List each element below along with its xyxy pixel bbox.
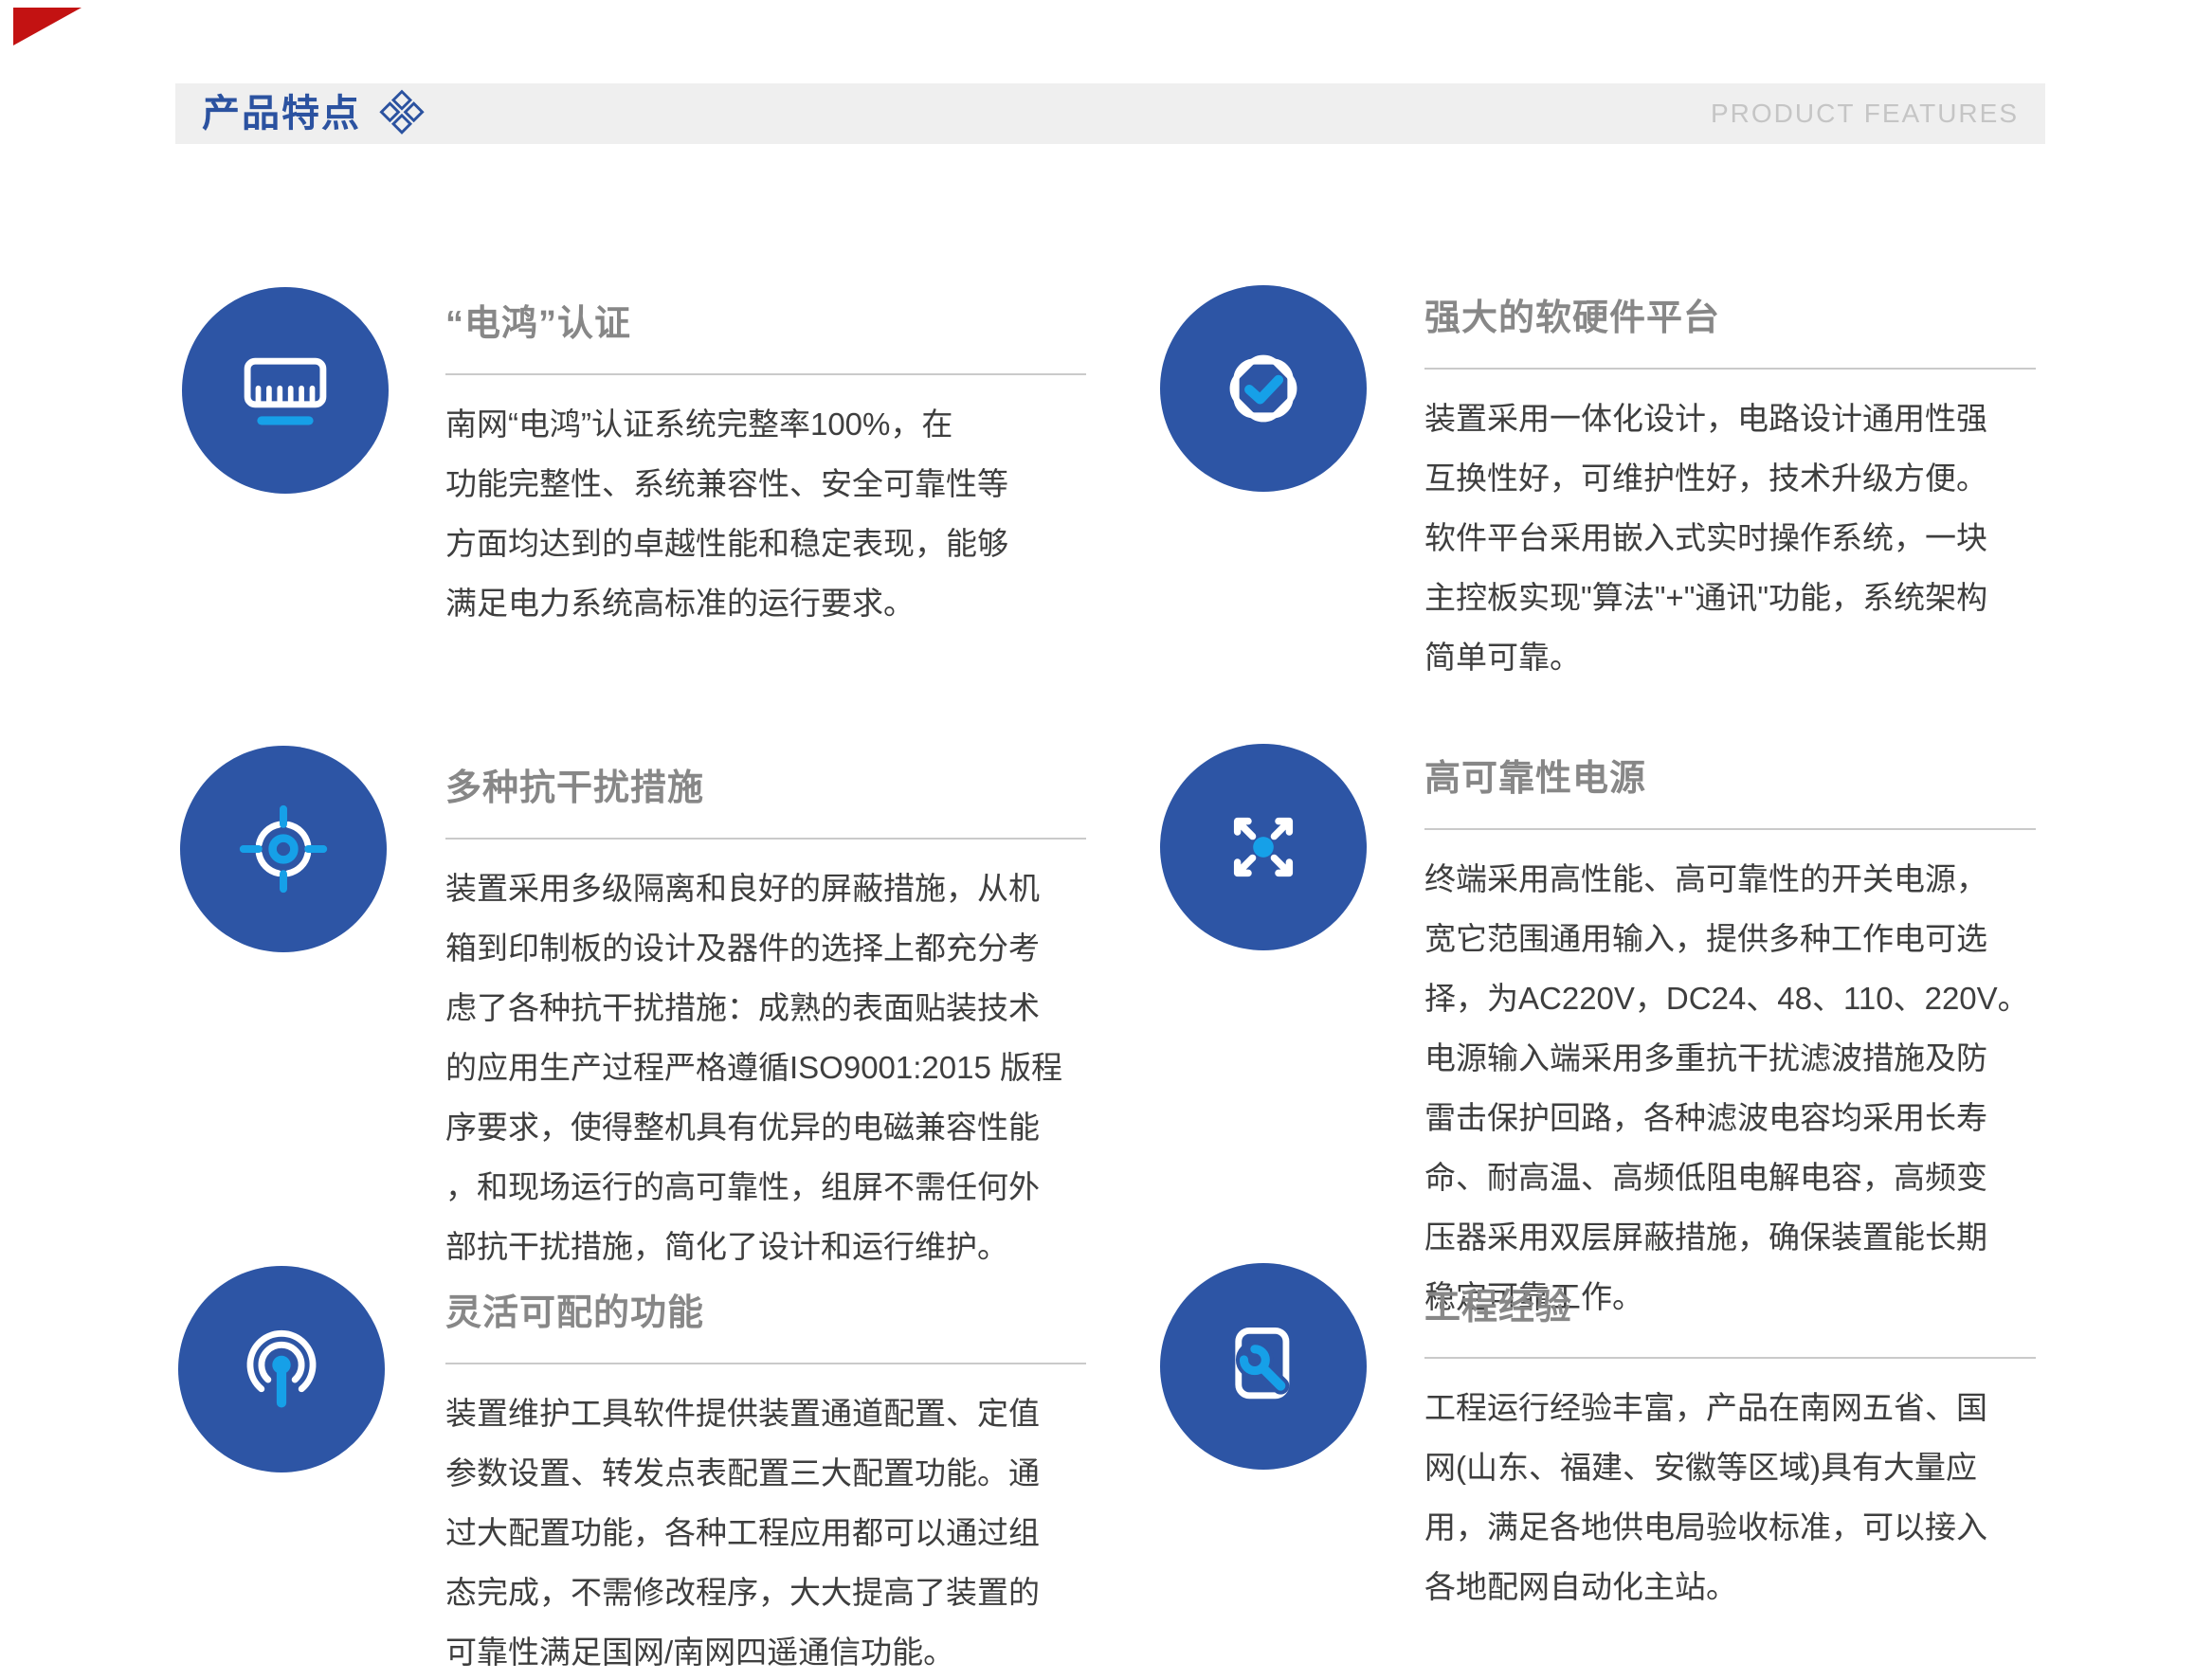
- feature-title: 强大的软硬件平台: [1424, 296, 2036, 341]
- feature-title: 灵活可配的功能: [445, 1291, 1086, 1336]
- corner-accent: [13, 8, 82, 45]
- feature-body: 终端采用高性能、高可靠性的开关电源， 宽它范围通用输入，提供多种工作电可选 择，…: [1424, 849, 2036, 1327]
- feature-block: 强大的软硬件平台 装置采用一体化设计，电路设计通用性强 互换性好，可维护性好，技…: [1424, 296, 2036, 687]
- feature-block: 灵活可配的功能 装置维护工具软件提供装置通道配置、定值 参数设置、转发点表配置三…: [445, 1291, 1086, 1680]
- feature-block: “电鸿”认证 南网“电鸿”认证系统完整率100%，在 功能完整性、系统兼容性、安…: [445, 301, 1086, 633]
- feature-icon-circle: [180, 746, 387, 952]
- diamonds-icon: [376, 88, 427, 139]
- ruler-certification-icon: [231, 336, 339, 444]
- divider: [445, 1363, 1086, 1364]
- broadcast-icon: [227, 1315, 336, 1423]
- feature-block: 多种抗干扰措施 装置采用多级隔离和良好的屏蔽措施，从机 箱到印制板的设计及器件的…: [445, 766, 1086, 1276]
- divider: [445, 373, 1086, 375]
- target-icon: [229, 795, 337, 903]
- divider: [1424, 368, 2036, 370]
- feature-title: “电鸿”认证: [445, 301, 1086, 347]
- feature-title: 高可靠性电源: [1424, 756, 2036, 802]
- feature-icon-circle: [178, 1266, 385, 1472]
- feature-block: 高可靠性电源 终端采用高性能、高可靠性的开关电源， 宽它范围通用输入，提供多种工…: [1424, 756, 2036, 1327]
- page-subtitle: PRODUCT FEATURES: [1711, 99, 2019, 129]
- feature-body: 装置采用一体化设计，电路设计通用性强 互换性好，可维护性好，技术升级方便。 软件…: [1424, 388, 2036, 687]
- feature-body: 南网“电鸿”认证系统完整率100%，在 功能完整性、系统兼容性、安全可靠性等 方…: [445, 394, 1086, 633]
- divider: [1424, 1357, 2036, 1359]
- feature-icon-circle: [1160, 1263, 1367, 1470]
- brochure-page: 产品特点 PRODUCT FEATURES: [0, 0, 2195, 1680]
- expand-arrows-icon: [1209, 793, 1317, 901]
- page-title: 产品特点: [202, 83, 361, 144]
- feature-title: 工程经验: [1424, 1285, 2036, 1330]
- feature-title: 多种抗干扰措施: [445, 766, 1086, 811]
- feature-block: 工程经验 工程运行经验丰富，产品在南网五省、国 网(山东、福建、安徽等区域)具有…: [1424, 1285, 2036, 1617]
- feature-body: 装置维护工具软件提供装置通道配置、定值 参数设置、转发点表配置三大配置功能。通 …: [445, 1383, 1086, 1680]
- verified-badge-icon: [1209, 334, 1317, 443]
- divider: [1424, 828, 2036, 830]
- divider: [445, 838, 1086, 840]
- feature-icon-circle: [1160, 285, 1367, 492]
- wrench-service-icon: [1209, 1312, 1317, 1420]
- header-bar: 产品特点 PRODUCT FEATURES: [175, 83, 2045, 144]
- feature-body: 工程运行经验丰富，产品在南网五省、国 网(山东、福建、安徽等区域)具有大量应 用…: [1424, 1378, 2036, 1617]
- feature-icon-circle: [182, 287, 389, 494]
- feature-body: 装置采用多级隔离和良好的屏蔽措施，从机 箱到印制板的设计及器件的选择上都充分考 …: [445, 858, 1086, 1276]
- feature-icon-circle: [1160, 744, 1367, 950]
